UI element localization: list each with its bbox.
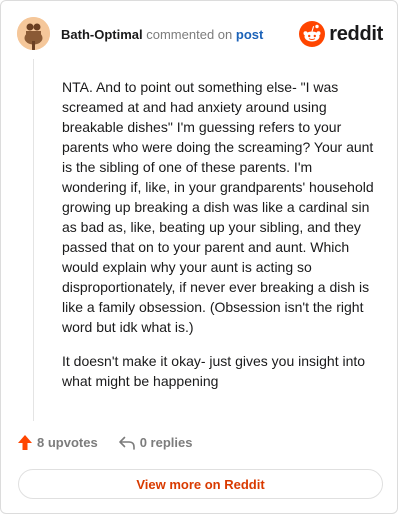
thread-line: [33, 59, 34, 421]
comment-paragraph: It doesn't make it okay- just gives you …: [62, 353, 366, 389]
comment-actions: 8 upvotes 0 replies: [17, 434, 192, 451]
reddit-brand[interactable]: reddit: [299, 21, 383, 47]
reply-button[interactable]: 0 replies: [118, 435, 193, 451]
upvote-button[interactable]: 8 upvotes: [17, 434, 98, 451]
reddit-logo-icon: [299, 21, 326, 47]
reply-icon: [118, 436, 135, 450]
comment-body: NTA. And to point out something else- "I…: [62, 77, 374, 405]
brand-wordmark: reddit: [329, 22, 383, 45]
comment-card: Bath-Optimal commented on post reddit NT…: [0, 0, 398, 514]
upvotes-count: 8 upvotes: [37, 435, 98, 450]
comment-paragraph: NTA. And to point out something else- "I…: [62, 79, 374, 335]
avatar[interactable]: [17, 17, 50, 50]
post-link[interactable]: post: [236, 27, 263, 42]
replies-count: 0 replies: [139, 435, 193, 450]
upvote-arrow-icon: [18, 435, 32, 450]
commented-on-text: commented on: [146, 27, 233, 42]
comment-header: Bath-Optimal commented on post: [61, 27, 263, 43]
username-link[interactable]: Bath-Optimal: [61, 27, 143, 42]
avatar-icon: [17, 17, 50, 50]
view-more-button[interactable]: View more on Reddit: [18, 469, 383, 499]
